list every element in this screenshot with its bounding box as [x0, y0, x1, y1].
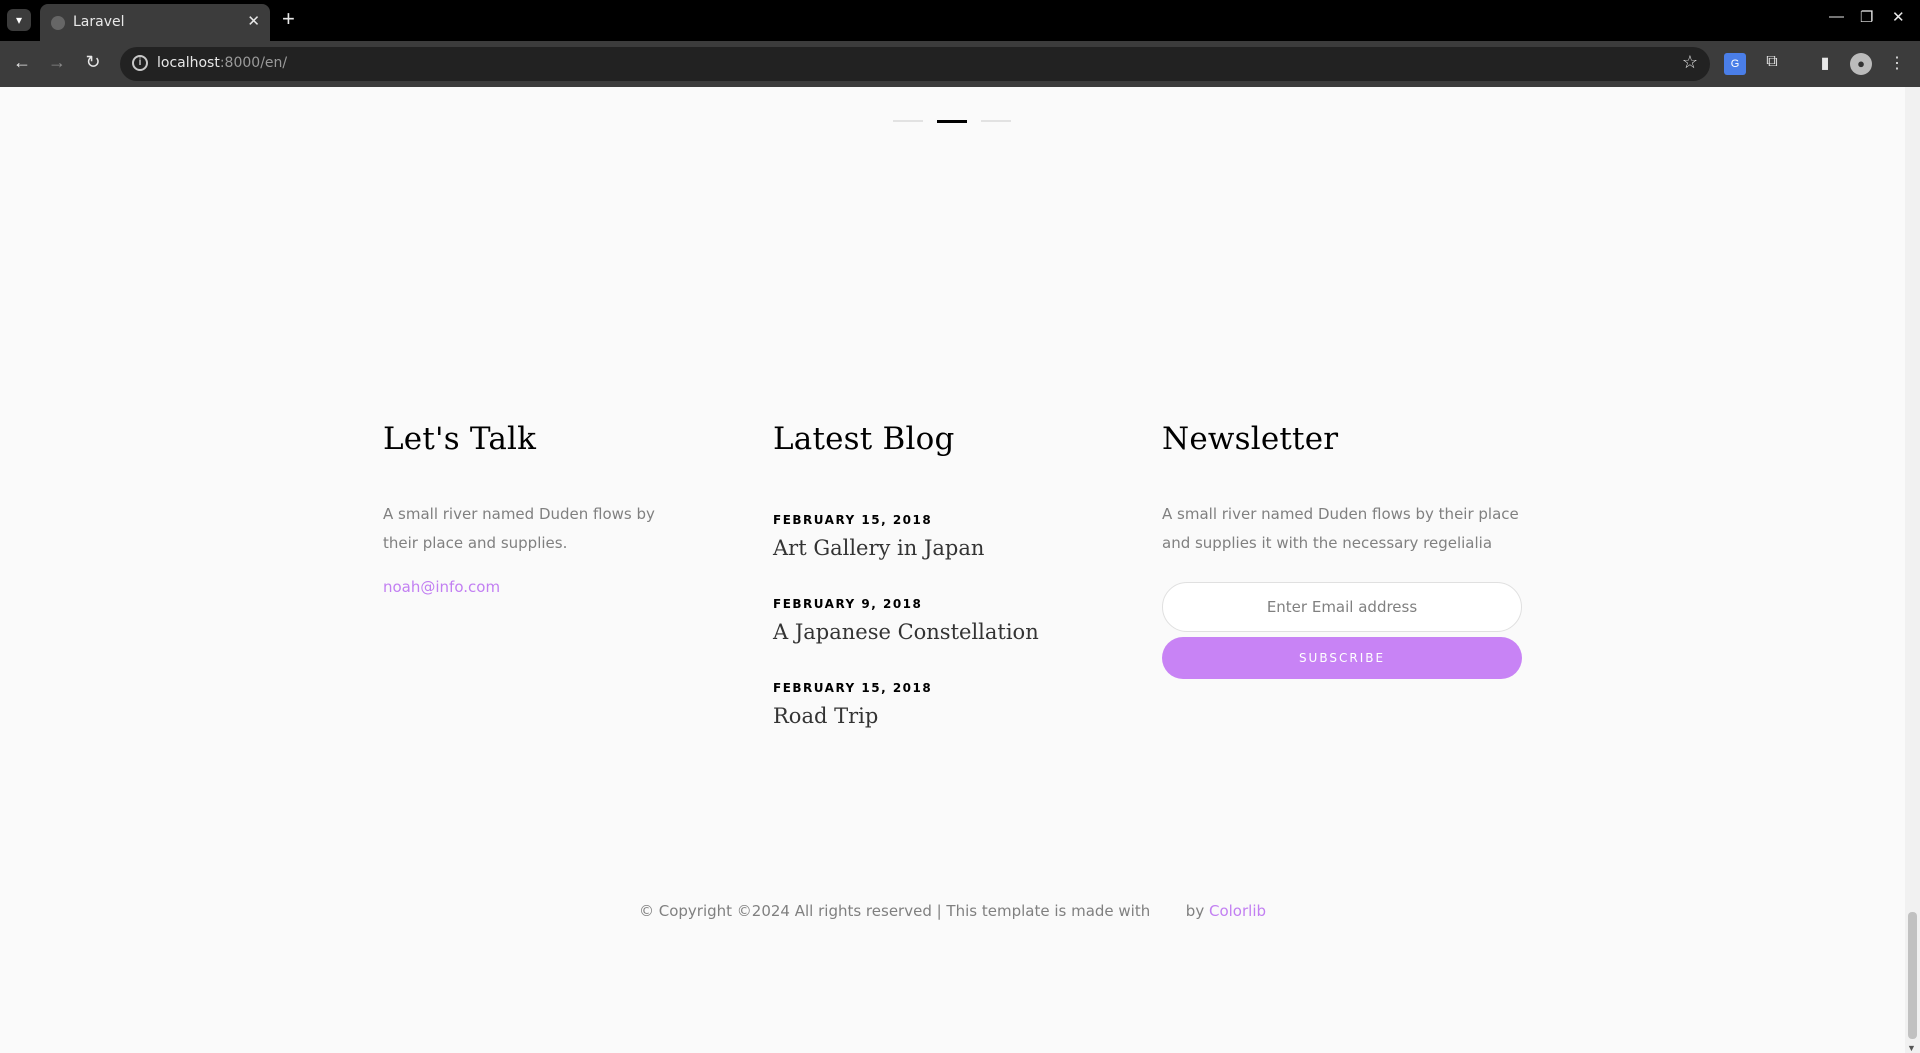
colorlib-link[interactable]: Colorlib [1209, 902, 1266, 920]
restore-icon[interactable]: ❐ [1860, 8, 1873, 26]
window-close-icon[interactable]: ✕ [1892, 8, 1905, 26]
profile-avatar-icon[interactable]: ● [1850, 53, 1872, 75]
blog-date: FEBRUARY 9, 2018 [773, 597, 923, 611]
carousel-dots [893, 120, 1011, 123]
heart-icon [1161, 902, 1175, 916]
globe-icon [51, 16, 65, 30]
blog-title-link[interactable]: Art Gallery in Japan [773, 536, 1093, 560]
tab-title: Laravel [73, 14, 125, 30]
new-tab-button[interactable]: + [282, 6, 295, 32]
newsletter-description: A small river named Duden flows by their… [1162, 505, 1519, 552]
browser-tab[interactable]: Laravel ✕ [40, 4, 270, 41]
close-icon[interactable]: ✕ [247, 12, 260, 30]
reload-icon[interactable]: ↻ [81, 52, 105, 73]
lets-talk-description: A small river named Duden flows by their… [383, 505, 655, 552]
scroll-down-arrow-icon[interactable]: ▼ [1907, 1043, 1916, 1053]
carousel-dot-active[interactable] [937, 120, 967, 123]
blog-post: FEBRUARY 9, 2018 A Japanese Constellatio… [773, 597, 1093, 644]
address-bar[interactable]: i localhost:8000/en/ ☆ [120, 47, 1710, 81]
minimize-icon[interactable]: — [1829, 8, 1844, 25]
email-link[interactable]: noah@info.com [383, 578, 673, 596]
blog-title-link[interactable]: Road Trip [773, 704, 1093, 728]
email-input[interactable]: Enter Email address [1162, 582, 1522, 632]
lets-talk-section: Let's Talk A small river named Duden flo… [383, 421, 673, 596]
forward-arrow-icon[interactable]: → [45, 52, 69, 73]
extensions-puzzle-icon[interactable]: ⧉ [1761, 53, 1783, 75]
page-content: Let's Talk A small river named Duden flo… [0, 87, 1905, 1053]
newsletter-heading: Newsletter [1162, 421, 1339, 457]
browser-toolbar: ← → ↻ i localhost:8000/en/ ☆ G ⧉ ▮ ● ⋮ [0, 41, 1920, 87]
carousel-dot[interactable] [981, 120, 1011, 122]
info-icon[interactable]: i [132, 55, 148, 71]
url-text: localhost:8000/en/ [157, 55, 288, 71]
back-arrow-icon[interactable]: ← [10, 52, 34, 73]
latest-blog-section: Latest Blog FEBRUARY 15, 2018 Art Galler… [773, 421, 1093, 728]
tab-search-button[interactable]: ▾ [7, 9, 31, 31]
lets-talk-heading: Let's Talk [383, 421, 537, 457]
blog-post: FEBRUARY 15, 2018 Road Trip [773, 681, 1093, 728]
side-panel-icon[interactable]: ▮ [1814, 53, 1836, 75]
latest-blog-heading: Latest Blog [773, 421, 955, 457]
blog-date: FEBRUARY 15, 2018 [773, 681, 933, 695]
blog-title-link[interactable]: A Japanese Constellation [773, 620, 1093, 644]
scrollbar-thumb[interactable] [1908, 912, 1917, 1039]
copyright-text: © Copyright ©2024 All rights reserved | … [638, 902, 1151, 920]
page-scrollbar[interactable]: ▼ [1905, 87, 1920, 1053]
carousel-dot[interactable] [893, 120, 923, 122]
newsletter-section: Newsletter A small river named Duden flo… [1162, 421, 1532, 679]
copyright-footer: © Copyright ©2024 All rights reserved | … [0, 902, 1905, 920]
blog-date: FEBRUARY 15, 2018 [773, 513, 933, 527]
bookmark-star-icon[interactable]: ☆ [1682, 52, 1698, 73]
browser-tab-bar: ▾ Laravel ✕ + — ❐ ✕ [0, 0, 1920, 41]
subscribe-button[interactable]: SUBSCRIBE [1162, 637, 1522, 679]
translate-icon[interactable]: G [1724, 53, 1746, 75]
by-text: by [1185, 902, 1205, 920]
kebab-menu-icon[interactable]: ⋮ [1886, 53, 1908, 75]
blog-post: FEBRUARY 15, 2018 Art Gallery in Japan [773, 513, 1093, 560]
